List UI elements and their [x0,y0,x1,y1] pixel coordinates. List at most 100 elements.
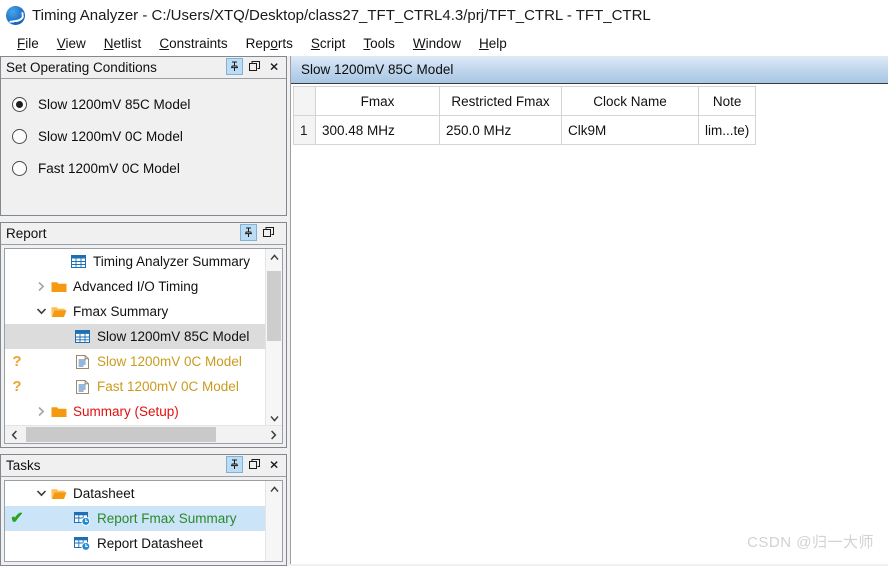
close-icon[interactable] [266,58,283,75]
window-titlebar: Timing Analyzer - C:/Users/XTQ/Desktop/c… [0,0,888,30]
status-slot: ? [5,353,29,370]
tasks-tree: Datasheet ✔ Report Fmax Summary Report D… [4,480,283,562]
task-report-icon [73,511,92,527]
document-pane: Slow 1200mV 85C Model Fmax Restricted Fm… [290,56,888,564]
panel-title-tasks: Tasks [6,458,41,473]
check-mark-icon: ✔ [10,509,24,527]
radio-label: Slow 1200mV 85C Model [38,96,191,112]
fmax-summary-table: Fmax Restricted Fmax Clock Name Note 1 3… [293,86,757,145]
panel-tasks: Tasks Datasheet ✔ Report Fmax Summary Re… [0,454,287,566]
document-titlebar: Slow 1200mV 85C Model [291,56,888,84]
tree-item-slow-1200mv-0c-model[interactable]: ? Slow 1200mV 0C Model [5,349,266,374]
column-header-note[interactable]: Note [697,86,757,116]
status-slot: ? [5,378,29,395]
radio-button-icon[interactable] [12,96,27,112]
menu-view[interactable]: View [48,34,95,53]
tree-item-fmax-summary[interactable]: Fmax Summary [5,299,266,324]
question-mark-icon: ? [12,378,22,395]
menu-tools[interactable]: Tools [354,34,404,53]
tree-item-label: Summary (Setup) [73,404,179,419]
tree-item-report-datasheet[interactable]: Report Datasheet [5,531,266,556]
workspace: Set Operating Conditions Slow 1200mV 85C… [0,56,888,566]
radio-fast-1200mv-0c[interactable]: Fast 1200mV 0C Model [1,152,286,184]
tree-item-label: Slow 1200mV 0C Model [97,354,242,369]
panel-set-operating-conditions: Set Operating Conditions Slow 1200mV 85C… [0,56,287,216]
report-tree-scrollarea: Timing Analyzer Summary Advanced I/O Tim… [5,249,266,426]
radio-label: Fast 1200mV 0C Model [38,160,180,176]
cell-restricted-fmax[interactable]: 250.0 MHz [439,115,562,145]
column-header-fmax[interactable]: Fmax [315,86,440,116]
panel-title-report: Report [6,226,47,241]
report-tree-vertical-scrollbar[interactable] [265,249,282,426]
menu-file[interactable]: File [8,34,48,53]
radio-slow-1200mv-85c[interactable]: Slow 1200mV 85C Model [1,88,286,120]
tasks-tree-vertical-scrollbar[interactable] [265,481,282,561]
tree-item-label: Report Datasheet [97,536,203,551]
report-tree-horizontal-scrollbar[interactable] [5,425,282,443]
tree-item-label: Report Fmax Summary [97,511,237,526]
tree-item-datasheet[interactable]: Datasheet [5,481,266,506]
pin-icon[interactable] [226,456,243,473]
chevron-right-icon[interactable] [33,406,49,417]
scroll-up-arrow-icon[interactable] [266,249,282,265]
tree-item-advanced-io-timing[interactable]: Advanced I/O Timing [5,274,266,299]
folder-open-icon [49,304,68,320]
tree-item-timing-analyzer-summary[interactable]: Timing Analyzer Summary [5,249,266,274]
cell-clock-name[interactable]: Clk9M [561,115,699,145]
tree-item-summary-setup[interactable]: Summary (Setup) [5,399,266,424]
folder-open-icon [49,561,68,562]
fmax-summary-table-wrapper: Fmax Restricted Fmax Clock Name Note 1 3… [293,86,793,145]
pin-icon[interactable] [240,224,257,241]
chevron-right-icon[interactable] [33,281,49,292]
table-row[interactable]: 1 300.48 MHz 250.0 MHz Clk9M lim...te) [293,115,757,145]
cell-note[interactable]: lim...te) [697,115,757,145]
tree-item-report-fmax-summary[interactable]: ✔ Report Fmax Summary [5,506,266,531]
scroll-up-arrow-icon[interactable] [266,481,282,497]
menu-window[interactable]: Window [404,34,470,53]
restore-icon[interactable] [246,456,263,473]
column-header-clock-name[interactable]: Clock Name [561,86,699,116]
tree-item-label: Fast 1200mV 0C Model [97,379,239,394]
menu-reports[interactable]: Reports [237,34,302,53]
menu-script[interactable]: Script [302,34,355,53]
panel-buttons-tasks [226,456,283,473]
panel-report: Report Timing Analyzer Summary Advanced … [0,222,287,448]
tree-item-device-specific[interactable]: Device Specific [5,556,266,561]
scroll-down-arrow-icon[interactable] [266,410,282,426]
task-report-icon [73,536,92,552]
radio-slow-1200mv-0c[interactable]: Slow 1200mV 0C Model [1,120,286,152]
radio-button-icon[interactable] [12,128,27,144]
watermark: CSDN @归一大师 [747,534,874,551]
timing-analyzer-clock-icon [6,5,25,25]
tree-item-label: Fmax Summary [73,304,169,319]
panel-body-tasks: Datasheet ✔ Report Fmax Summary Report D… [1,477,286,565]
document-title: Slow 1200mV 85C Model [301,62,454,77]
tree-item-label: Timing Analyzer Summary [93,254,251,269]
menu-constraints[interactable]: Constraints [150,34,236,53]
radio-button-icon[interactable] [12,160,27,176]
restore-icon[interactable] [260,224,277,241]
scroll-right-arrow-icon[interactable] [264,426,282,443]
menu-netlist[interactable]: Netlist [95,34,151,53]
scroll-left-arrow-icon[interactable] [5,426,23,443]
chevron-down-icon[interactable] [33,307,49,316]
tree-item-fast-1200mv-0c-model[interactable]: ? Fast 1200mV 0C Model [5,374,266,399]
pin-icon[interactable] [226,58,243,75]
panel-body-operating-conditions: Slow 1200mV 85C Model Slow 1200mV 0C Mod… [1,79,286,215]
report-tree: Timing Analyzer Summary Advanced I/O Tim… [4,248,283,444]
table-report-icon [69,254,88,270]
left-dock-column: Set Operating Conditions Slow 1200mV 85C… [0,56,287,566]
tree-item-slow-1200mv-85c-model[interactable]: Slow 1200mV 85C Model [5,324,266,349]
column-header-restricted-fmax[interactable]: Restricted Fmax [439,86,562,116]
window-title: Timing Analyzer - C:/Users/XTQ/Desktop/c… [32,6,651,24]
table-corner-cell[interactable] [293,86,316,116]
scroll-thumb[interactable] [26,427,216,442]
restore-icon[interactable] [246,58,263,75]
cell-fmax[interactable]: 300.48 MHz [315,115,440,145]
scroll-thumb[interactable] [267,271,281,341]
status-slot: ✔ [5,509,29,527]
chevron-down-icon[interactable] [33,489,49,498]
folder-closed-icon [49,279,68,295]
close-icon[interactable] [266,456,283,473]
menu-help[interactable]: Help [470,34,516,53]
